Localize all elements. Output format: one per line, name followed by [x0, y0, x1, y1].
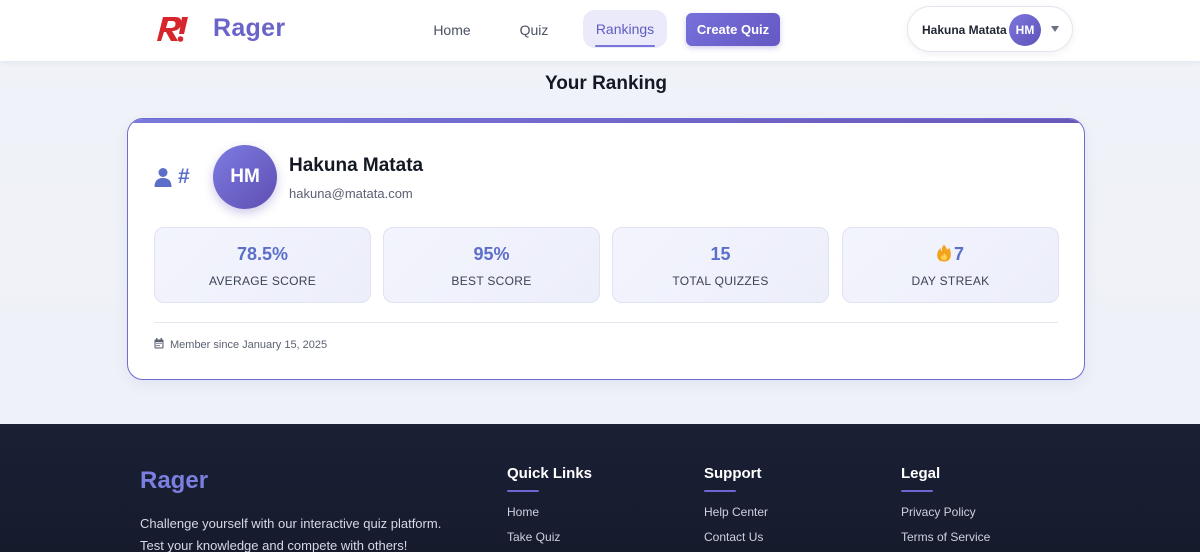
avatar: HM: [1009, 14, 1041, 46]
footer-link-help-center[interactable]: Help Center: [704, 506, 768, 518]
page-title: Your Ranking: [544, 73, 668, 94]
member-since-text: Member since January 15, 2025: [170, 339, 328, 351]
profile-name: Hakuna Matata: [289, 155, 424, 176]
stat-label: AVERAGE SCORE: [208, 274, 317, 288]
user-menu-name: Hakuna Matata: [922, 23, 1007, 37]
top-navbar: Rager Home Quiz Rankings Create Quiz Hak…: [0, 0, 1200, 61]
ranking-card: # HM Hakuna Matata hakuna@matata.com 78.…: [127, 118, 1085, 380]
stat-label: TOTAL QUIZZES: [672, 274, 769, 288]
stat-label: BEST SCORE: [451, 274, 532, 288]
calendar-icon: [154, 338, 164, 349]
stat-value: 15: [710, 244, 731, 264]
footer-heading: Quick Links: [507, 465, 593, 482]
nav-home[interactable]: Home: [422, 13, 482, 47]
profile-avatar: HM: [213, 145, 277, 209]
rank-number: #: [178, 165, 190, 188]
footer-link-contact-us[interactable]: Contact Us: [704, 531, 768, 543]
stat-value: 78.5%: [236, 244, 289, 264]
footer-support: Support Help Center Contact Us: [704, 465, 768, 543]
rank-badge: #: [154, 164, 198, 190]
footer-brand[interactable]: Rager: [140, 467, 208, 495]
footer-link-terms-of-service[interactable]: Terms of Service: [901, 531, 990, 543]
user-menu[interactable]: Hakuna Matata HM: [907, 6, 1073, 52]
footer-legal: Legal Privacy Policy Terms of Service: [901, 465, 990, 543]
heading-underline: [704, 490, 736, 492]
footer-link-home[interactable]: Home: [507, 506, 592, 518]
footer-link-take-quiz[interactable]: Take Quiz: [507, 531, 592, 543]
stat-total-quizzes: 15 TOTAL QUIZZES: [612, 227, 829, 303]
profile-email: hakuna@matata.com: [289, 186, 413, 201]
nav-rankings[interactable]: Rankings: [583, 10, 667, 48]
heading-underline: [901, 490, 933, 492]
footer-description: Challenge yourself with our interactive …: [140, 516, 442, 552]
chevron-down-icon: [1051, 26, 1059, 32]
footer-heading: Support: [704, 465, 762, 482]
stat-best-score: 95% BEST SCORE: [383, 227, 600, 303]
heading-underline: [507, 490, 539, 492]
logo-icon[interactable]: [151, 13, 191, 45]
create-quiz-button[interactable]: Create Quiz: [686, 13, 780, 46]
stat-label: DAY STREAK: [911, 274, 990, 288]
footer-quick-links: Quick Links Home Take Quiz: [507, 465, 592, 543]
stat-average-score: 78.5% AVERAGE SCORE: [154, 227, 371, 303]
user-icon: [154, 168, 172, 187]
stat-value: 95%: [473, 244, 510, 264]
member-since: Member since January 15, 2025: [154, 338, 327, 351]
nav-quiz[interactable]: Quiz: [508, 13, 560, 47]
footer-link-privacy-policy[interactable]: Privacy Policy: [901, 506, 990, 518]
stat-value-wrap: 7: [843, 244, 1058, 265]
stat-day-streak: 7 DAY STREAK: [842, 227, 1059, 303]
stat-value: 7: [953, 244, 964, 264]
footer-heading: Legal: [901, 465, 941, 482]
fire-icon: [937, 244, 951, 262]
footer: Rager Challenge yourself with our intera…: [0, 424, 1200, 552]
divider: [154, 322, 1058, 323]
brand-name[interactable]: Rager: [213, 14, 285, 43]
